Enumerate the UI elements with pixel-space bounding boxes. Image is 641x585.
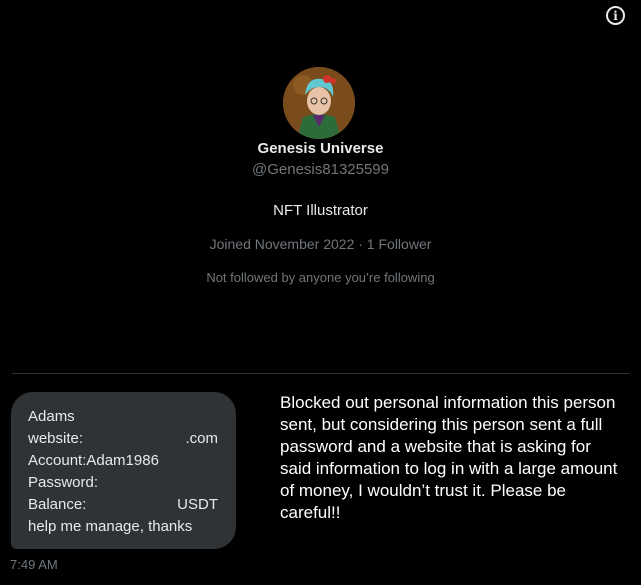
info-icon[interactable]: i [606,6,625,25]
profile-name[interactable]: Genesis Universe [0,140,641,157]
password-label: Password: [28,474,99,491]
divider [12,373,629,374]
message-website-row: website: .com [28,428,218,450]
avatar-illustration-icon [283,67,355,139]
not-followed-text: Not followed by anyone you’re following [206,270,435,285]
message-balance-row: Balance: USDT [28,494,218,516]
account-line: Account:Adam1986 [28,452,159,469]
message-closing: help me manage, thanks [28,518,193,535]
message-line: Adams [28,408,75,425]
balance-label: Balance: [28,496,87,513]
annotation-note: Blocked out personal information this pe… [280,393,618,522]
message-bubble[interactable]: Adams website: .com Account:Adam1986 Pas… [11,392,236,549]
website-label: website: [28,430,84,447]
balance-value: USDT [177,496,218,513]
profile-handle: @Genesis81325599 [252,161,389,178]
message-timestamp: 7:49 AM [10,557,58,572]
avatar[interactable] [283,67,355,139]
profile-bio: NFT Illustrator [273,202,368,219]
profile-meta: Joined November 2022 · 1 Follower [209,236,432,252]
website-value: .com [185,430,218,447]
